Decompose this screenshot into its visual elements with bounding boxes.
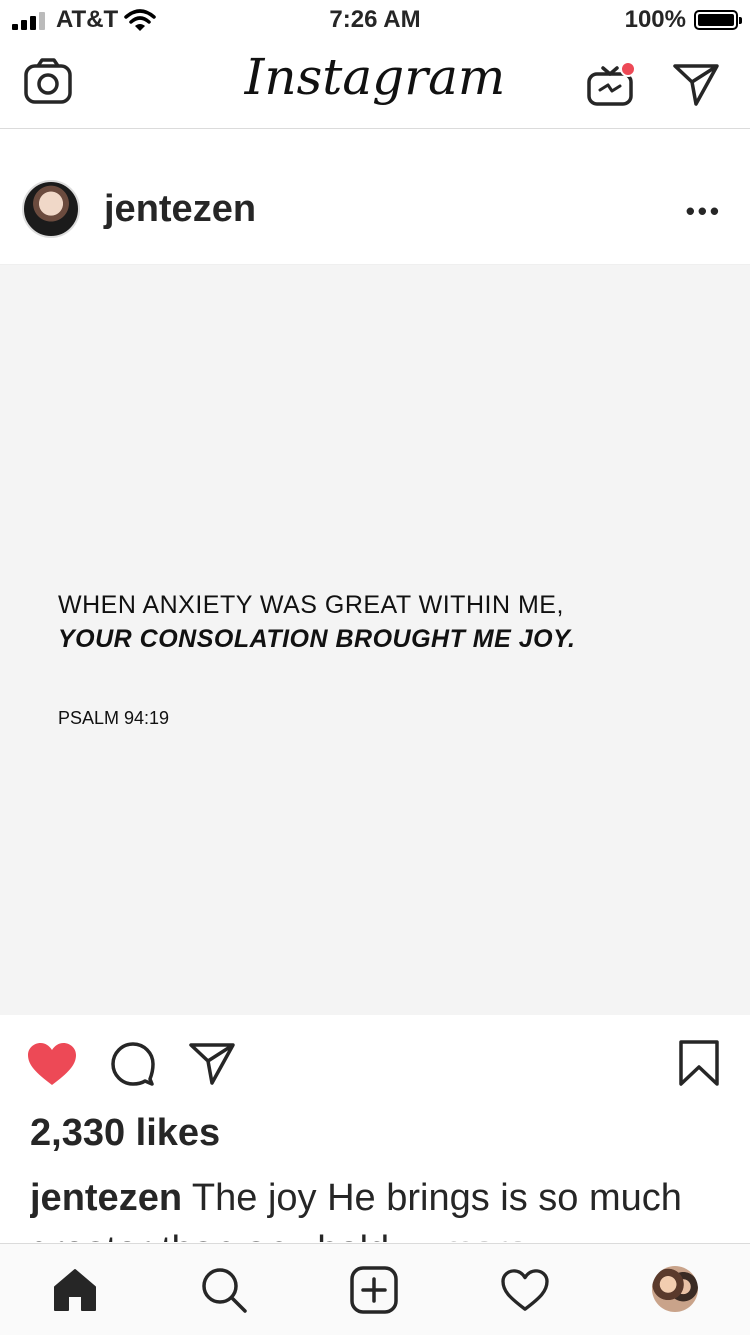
post-author-username[interactable]: jentezen	[104, 188, 256, 231]
home-icon[interactable]	[52, 1268, 98, 1312]
battery-percentage: 100%	[624, 6, 686, 33]
image-quote-line-1: WHEN ANXIETY WAS GREAT WITHIN ME,	[58, 591, 564, 619]
bottom-tab-bar	[0, 1243, 750, 1335]
likes-count[interactable]: 2,330 likes	[30, 1112, 220, 1155]
share-icon[interactable]	[188, 1041, 236, 1085]
post-author-avatar[interactable]	[22, 180, 80, 238]
add-post-icon[interactable]	[350, 1266, 398, 1314]
like-heart-icon[interactable]	[26, 1041, 78, 1087]
save-bookmark-icon[interactable]	[678, 1039, 720, 1087]
image-scripture-reference: PSALM 94:19	[58, 708, 170, 728]
search-icon[interactable]	[200, 1266, 248, 1314]
post-image[interactable]: WHEN ANXIETY WAS GREAT WITHIN ME, YOUR C…	[0, 265, 750, 1015]
post-actions-bar	[0, 1015, 750, 1115]
image-quote-line-2: YOUR CONSOLATION BROUGHT ME JOY.	[58, 625, 576, 653]
caption-username[interactable]: jentezen	[30, 1177, 182, 1219]
status-bar: AT&T 7:26 AM 100%	[0, 0, 750, 40]
direct-message-icon[interactable]	[672, 62, 720, 106]
battery-icon	[694, 10, 742, 30]
igtv-icon[interactable]	[586, 58, 638, 108]
profile-avatar[interactable]	[652, 1266, 698, 1312]
post-caption: jentezen The joy He brings is so much gr…	[30, 1172, 730, 1242]
caption-more-link[interactable]: ... more	[400, 1229, 529, 1242]
comment-icon[interactable]	[110, 1041, 156, 1087]
top-nav-bar: Instagram	[0, 40, 750, 129]
more-options-icon[interactable]: •••	[686, 198, 722, 224]
activity-heart-icon[interactable]	[500, 1268, 550, 1312]
post-header: jentezen •••	[0, 148, 750, 265]
